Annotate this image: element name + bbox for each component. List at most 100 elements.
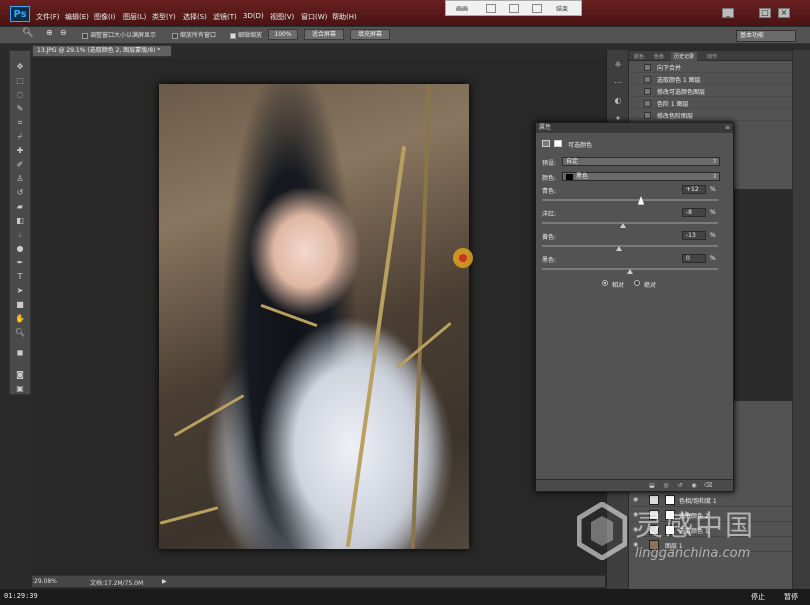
scrubby-zoom-checkbox[interactable] bbox=[230, 32, 236, 39]
clip-to-layer-icon[interactable]: ⬓ bbox=[648, 482, 656, 489]
menu-window[interactable]: 窗口(W) bbox=[301, 12, 327, 22]
tab-color[interactable]: 颜色 bbox=[631, 52, 647, 61]
actions-panel-icon[interactable]: ⋯ bbox=[612, 78, 624, 88]
zoom-all-checkbox[interactable] bbox=[172, 32, 178, 39]
reset-icon[interactable]: ↺ bbox=[676, 482, 684, 489]
tab-history[interactable]: 历史记录 bbox=[671, 52, 698, 61]
dodge-tool-icon[interactable]: ● bbox=[12, 243, 28, 255]
zoom-level[interactable]: 29.08% bbox=[34, 578, 57, 585]
recorder-screen-icon[interactable] bbox=[509, 4, 519, 13]
lasso-tool-icon[interactable]: ◌ bbox=[12, 89, 28, 101]
brush-tool-icon[interactable]: ✐ bbox=[12, 159, 28, 171]
color-swatches-icon[interactable]: ◼ bbox=[12, 347, 28, 359]
yellow-slider-knob[interactable] bbox=[616, 246, 623, 251]
black-slider-knob[interactable] bbox=[627, 269, 633, 274]
cyan-slider-track[interactable] bbox=[542, 199, 718, 201]
crop-tool-icon[interactable]: ⌗ bbox=[12, 117, 28, 129]
screen-mode-icon[interactable]: ▣ bbox=[12, 383, 28, 395]
colors-select[interactable]: 黑色 ⇕ bbox=[562, 172, 720, 181]
marquee-tool-icon[interactable]: ⬚ bbox=[12, 75, 28, 87]
preset-select[interactable]: 自定 ⇕ bbox=[562, 157, 720, 166]
preset-label: 预设: bbox=[542, 160, 557, 167]
pause-button[interactable]: 暂停 bbox=[776, 590, 806, 604]
document-photo[interactable] bbox=[159, 84, 469, 549]
minimize-icon[interactable]: _ bbox=[722, 8, 734, 18]
history-item[interactable]: 选取颜色 1 图层 bbox=[629, 74, 792, 85]
menu-select[interactable]: 选择(S) bbox=[183, 12, 207, 22]
zoom-in-icon[interactable]: ⊕ bbox=[46, 28, 53, 37]
quick-select-tool-icon[interactable]: ✎ bbox=[12, 103, 28, 115]
recorder-right-label[interactable]: 结束 bbox=[556, 4, 568, 13]
recorder-window-icon[interactable] bbox=[486, 4, 496, 13]
recorder-home-icon[interactable] bbox=[532, 4, 542, 13]
healing-brush-icon[interactable]: ✚ bbox=[12, 145, 28, 157]
zoom-tool-icon[interactable]: 🔍︎ bbox=[12, 327, 28, 339]
photoshop-logo-icon: Ps bbox=[10, 6, 30, 22]
zoom-out-icon[interactable]: ⊖ bbox=[60, 28, 67, 37]
clone-stamp-icon[interactable]: ♙ bbox=[12, 173, 28, 185]
visibility-icon[interactable]: ◉ bbox=[690, 482, 698, 489]
brush-panel-icon[interactable]: ◐ bbox=[612, 96, 624, 106]
tab-actions[interactable]: 动作 bbox=[704, 52, 720, 61]
hand-tool-icon[interactable]: ✋ bbox=[12, 313, 28, 325]
slider-value-magenta[interactable]: -8 bbox=[682, 208, 706, 217]
history-brush-icon[interactable]: ↺ bbox=[12, 187, 28, 199]
properties-title[interactable]: 属性 bbox=[536, 123, 733, 133]
scrubby-zoom-option[interactable]: 细微缩放 bbox=[230, 30, 262, 39]
close-icon[interactable]: × bbox=[778, 8, 790, 18]
pen-tool-icon[interactable]: ✒ bbox=[12, 257, 28, 269]
mask-icon[interactable] bbox=[554, 140, 562, 147]
view-previous-icon[interactable]: ◎ bbox=[662, 482, 670, 489]
menu-help[interactable]: 帮助(H) bbox=[332, 12, 357, 22]
method-relative-radio[interactable] bbox=[602, 280, 608, 286]
slider-value-yellow[interactable]: -13 bbox=[682, 231, 706, 240]
menu-edit[interactable]: 编辑(E) bbox=[65, 12, 89, 22]
move-tool-icon[interactable]: ✥ bbox=[12, 61, 28, 73]
quick-mask-icon[interactable]: ◙ bbox=[12, 369, 28, 381]
fit-screen-button[interactable]: 适合屏幕 bbox=[304, 29, 344, 40]
history-item[interactable]: 向下合并 bbox=[629, 62, 792, 73]
history-item[interactable]: 修改色阶图层 bbox=[629, 110, 792, 121]
slider-value-black[interactable]: 0 bbox=[682, 254, 706, 263]
tab-swatches[interactable]: 色板 bbox=[651, 52, 667, 61]
menu-layer[interactable]: 图层(L) bbox=[123, 12, 146, 22]
resize-windows-checkbox[interactable] bbox=[82, 32, 88, 39]
zoom-all-option[interactable]: 缩放所有窗口 bbox=[172, 30, 216, 39]
zoom-tool-icon[interactable]: 🔍︎ bbox=[22, 28, 33, 38]
recorder-timebar bbox=[0, 589, 810, 605]
history-panel-icon[interactable]: ❈ bbox=[612, 60, 624, 70]
history-item[interactable]: 色阶 1 图层 bbox=[629, 98, 792, 109]
paint-bucket-icon[interactable]: ◧ bbox=[12, 215, 28, 227]
magenta-slider-track[interactable] bbox=[542, 222, 718, 224]
menu-file[interactable]: 文件(F) bbox=[36, 12, 60, 22]
shape-tool-icon[interactable]: ■ bbox=[12, 299, 28, 311]
yellow-slider-track[interactable] bbox=[542, 245, 718, 247]
blur-tool-icon[interactable]: 💧︎ bbox=[12, 229, 28, 241]
workspace-select[interactable]: 基本功能 bbox=[736, 30, 796, 42]
status-arrow-icon[interactable]: ▶ bbox=[162, 578, 167, 585]
delete-icon[interactable]: ⌫ bbox=[704, 482, 712, 489]
eyedropper-tool-icon[interactable]: ⌿ bbox=[12, 131, 28, 143]
path-select-icon[interactable]: ➤ bbox=[12, 285, 28, 297]
document-tab[interactable]: 13.JPG @ 29.1% (选取颜色 2, 图层蒙版/8) * bbox=[32, 45, 172, 57]
menu-view[interactable]: 视图(V) bbox=[270, 12, 294, 22]
history-state-icon bbox=[644, 112, 651, 119]
stop-button[interactable]: 停止 bbox=[745, 590, 771, 604]
menu-filter[interactable]: 滤镜(T) bbox=[213, 12, 237, 22]
eraser-tool-icon[interactable]: ▰ bbox=[12, 201, 28, 213]
method-absolute-radio[interactable] bbox=[634, 280, 640, 286]
history-item[interactable]: 修改可选颜色图层 bbox=[629, 86, 792, 97]
resize-windows-option[interactable]: 调整窗口大小以满屏显示 bbox=[82, 30, 156, 39]
menu-image[interactable]: 图像(I) bbox=[94, 12, 116, 22]
slider-value-cyan[interactable]: +12 bbox=[682, 185, 706, 194]
fill-screen-button[interactable]: 填充屏幕 bbox=[350, 29, 390, 40]
menu-type[interactable]: 类型(Y) bbox=[152, 12, 176, 22]
restore-icon[interactable]: □ bbox=[759, 8, 771, 18]
zoom-100-button[interactable]: 100% bbox=[268, 29, 298, 40]
magenta-slider-knob[interactable] bbox=[619, 223, 626, 228]
recorder-left-label[interactable]: 画画 bbox=[456, 4, 468, 13]
menu-3d[interactable]: 3D(D) bbox=[243, 12, 264, 20]
type-tool-icon[interactable]: T bbox=[12, 271, 28, 283]
mouse-cursor-icon bbox=[638, 196, 644, 204]
panel-menu-icon[interactable]: ≡ bbox=[725, 123, 730, 133]
